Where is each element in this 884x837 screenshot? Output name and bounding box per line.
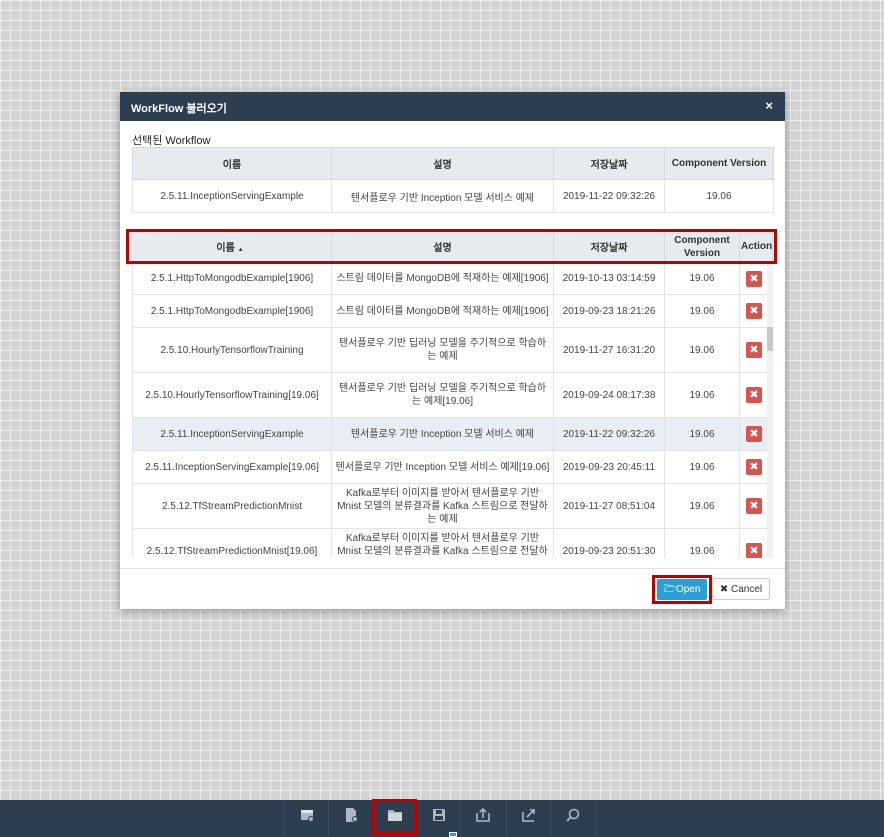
selected-workflow-label: 선택된 Workflow [132,135,211,147]
new-document-icon[interactable] [328,800,373,837]
export-icon[interactable] [506,800,551,837]
table-row[interactable]: 2.5.10.HourlyTensorflowTraining[19.06] 텐서… [132,372,768,418]
column-header-description[interactable]: 설명 [331,231,554,262]
cell-name: 2.5.11.InceptionServingExample[19.06] [132,450,332,484]
column-header-name: 이름 [132,147,332,180]
delete-button[interactable]: ✖ [746,426,762,442]
cell-action: ✖ [739,372,768,418]
cell-name: 2.5.11.InceptionServingExample [132,417,332,451]
selected-workflow-table: 이름 설명 저장날짜 Component Version 2.5.11.Ince… [132,147,774,213]
cell-desc: 텐서플로우 기반 딥러닝 모델을 주기적으로 학습하는 예제 [331,327,554,373]
cell-date: 2019-11-27 16:31:20 [553,327,665,373]
cell-description: 텐서플로우 기반 Inception 모델 서비스 예제 [331,179,554,213]
cell-desc: 텐서플로우 기반 Inception 모델 서비스 예제 [331,417,554,451]
column-header-version[interactable]: Component Version [664,231,740,262]
delete-button[interactable]: ✖ [746,543,762,558]
import-icon[interactable] [460,800,505,837]
new-workflow-icon[interactable] [284,800,329,837]
table-row[interactable]: 2.5.11.InceptionServingExample 텐서플로우 기반 I… [132,417,768,451]
cell-desc: 텐서플로우 기반 딥러닝 모델을 주기적으로 학습하는 예제[19.06] [331,372,554,418]
column-header-date[interactable]: 저장날짜 [553,231,665,262]
cell-date: 2019-09-23 20:45:11 [553,450,665,484]
cell-desc: Kafka로부터 이미지를 받아서 텐서플로우 기반 Mnist 모델의 분류결… [331,528,554,558]
cell-action: ✖ [739,417,768,451]
cancel-button[interactable]: ✖ Cancel [712,578,770,600]
dialog-title: WorkFlow 불러오기 [131,103,227,115]
cell-desc: 텐서플로우 기반 Inception 모델 서비스 예제[19.06] [331,450,554,484]
cell-version: 19.06 [664,372,740,418]
cell-version: 19.06 [664,483,740,529]
open-folder-icon[interactable] [372,800,417,837]
cell-action: ✖ [739,483,768,529]
cell-date: 2019-09-23 20:51:30 [553,528,665,558]
cell-name: 2.5.11.InceptionServingExample [132,179,332,213]
cell-action: ✖ [739,262,768,295]
list-scrollbar[interactable] [767,262,773,558]
cell-date: 2019-11-22 09:32:26 [553,417,665,451]
column-header-description: 설명 [331,147,554,180]
cell-date: 2019-09-23 18:21:26 [553,294,665,328]
cell-date: 2019-09-24 08:17:38 [553,372,665,418]
cell-desc: 스트림 데이터를 MongoDB에 적재하는 예제[1906] [331,294,554,328]
cell-date: 2019-11-27 08:51:04 [553,483,665,529]
cell-name: 2.5.12.TfStreamPredictionMnist [132,483,332,529]
tooltip-marker [449,832,457,837]
cell-desc: Kafka로부터 이미지를 받아서 텐서플로우 기반 Mnist 모델의 분류결… [331,483,554,529]
cell-desc: 스트림 데이터를 MongoDB에 적재하는 예제[1906] [331,262,554,295]
cell-version: 19.06 [664,262,740,295]
cell-action: ✖ [739,327,768,373]
cell-action: ✖ [739,528,768,558]
selected-workflow-row: 2.5.11.InceptionServingExample 텐서플로우 기반 … [132,179,774,213]
table-row[interactable]: 2.5.1.HttpToMongodbExample[1906] 스트림 데이터를… [132,262,768,295]
cell-version: 19.06 [664,450,740,484]
folder-open-icon: 🗁 [663,584,676,595]
table-row[interactable]: 2.5.12.TfStreamPredictionMnist[19.06] Kaf… [132,528,768,558]
cell-version: 19.06 [664,294,740,328]
table-row[interactable]: 2.5.11.InceptionServingExample[19.06] 텐서플… [132,450,768,484]
cell-date: 2019-11-22 09:32:26 [553,179,665,213]
cell-version: 19.06 [664,528,740,558]
cell-name: 2.5.10.HourlyTensorflowTraining [132,327,332,373]
delete-button[interactable]: ✖ [746,342,762,358]
cell-version: 19.06 [664,327,740,373]
scrollbar-thumb[interactable] [767,327,773,351]
sort-header-name[interactable]: 이름 ▲ [128,231,332,262]
bottom-toolbar [0,800,884,837]
workflow-load-dialog: WorkFlow 불러오기 × 선택된 Workflow 이름 설명 저장날짜 … [120,92,785,609]
cell-name: 2.5.1.HttpToMongodbExample[1906] [132,262,332,295]
delete-button[interactable]: ✖ [746,387,762,403]
cell-version: 19.06 [664,417,740,451]
workflow-list-table: 2.5.1.HttpToMongodbExample[1906] 스트림 데이터를… [132,262,768,558]
dialog-header: WorkFlow 불러오기 × [120,92,785,121]
workflow-list-header: 이름 ▲ 설명 저장날짜 Component Version Action [128,231,773,262]
cell-name: 2.5.1.HttpToMongodbExample[1906] [132,294,332,328]
cell-action: ✖ [739,294,768,328]
close-icon[interactable]: × [765,98,773,113]
cell-name: 2.5.12.TfStreamPredictionMnist[19.06] [132,528,332,558]
column-header-version: Component Version [664,147,774,180]
table-row[interactable]: 2.5.1.HttpToMongodbExample[1906] 스트림 데이터를… [132,294,768,328]
delete-button[interactable]: ✖ [746,459,762,475]
cell-date: 2019-10-13 03:14:59 [553,262,665,295]
column-header-date: 저장날짜 [553,147,665,180]
table-row[interactable]: 2.5.12.TfStreamPredictionMnist Kafka로부터 이… [132,483,768,529]
table-row[interactable]: 2.5.10.HourlyTensorflowTraining 텐서플로우 기반 … [132,327,768,373]
open-button[interactable]: 🗁Open [657,579,707,600]
cell-name: 2.5.10.HourlyTensorflowTraining[19.06] [132,372,332,418]
cell-action: ✖ [739,450,768,484]
sort-asc-icon: ▲ [237,247,244,253]
delete-button[interactable]: ✖ [746,303,762,319]
workflow-list-scroll[interactable]: 2.5.1.HttpToMongodbExample[1906] 스트림 데이터를… [132,262,768,558]
x-icon: ✖ [719,584,729,595]
footer-divider [120,568,785,569]
delete-button[interactable]: ✖ [746,270,762,287]
column-header-action: Action [739,231,773,262]
cell-version: 19.06 [664,179,774,213]
delete-button[interactable]: ✖ [746,498,762,514]
search-icon[interactable] [550,800,596,837]
